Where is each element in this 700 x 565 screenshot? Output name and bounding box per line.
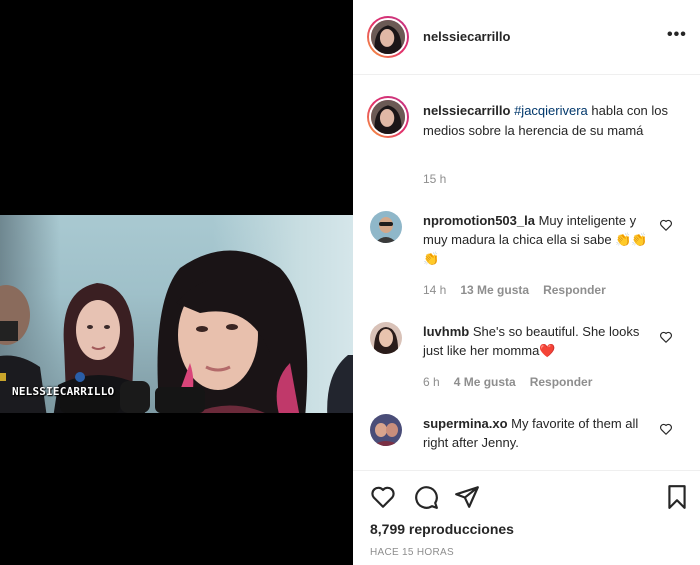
comment-time[interactable]: 14 h — [423, 283, 446, 297]
post-caption: nelssiecarrillo #jacqierivera habla con … — [423, 101, 683, 141]
avatar-image — [371, 100, 405, 134]
comment-like-heart-icon[interactable] — [659, 330, 673, 344]
comment-username[interactable]: npromotion503_la — [423, 213, 535, 228]
video-watermark: NELSSIECARRILLO — [12, 385, 115, 398]
commenter-avatar[interactable] — [370, 211, 402, 243]
comment-meta: 6 h 4 Me gusta Responder — [423, 375, 592, 389]
caption-username[interactable]: nelssiecarrillo — [423, 103, 510, 118]
comment-icon[interactable] — [413, 484, 439, 510]
author-avatar[interactable] — [367, 16, 409, 58]
comment-item: supermina.xo My favorite of them all rig… — [423, 414, 663, 452]
caption-time[interactable]: 15 h — [423, 172, 446, 186]
avatar-image — [370, 414, 402, 446]
post-sidebar: nelssiecarrillo ••• nelssiecarrillo #jac… — [353, 0, 700, 565]
caption-avatar[interactable] — [367, 96, 409, 138]
comment-reply-button[interactable]: Responder — [543, 283, 606, 297]
avatar-image — [370, 211, 402, 243]
more-horizontal-icon[interactable]: ••• — [667, 27, 689, 46]
commenter-avatar[interactable] — [370, 414, 402, 446]
comment-reply-button[interactable]: Responder — [530, 375, 593, 389]
post-header: nelssiecarrillo ••• — [353, 0, 700, 75]
comment-like-heart-icon[interactable] — [659, 218, 673, 232]
bookmark-icon[interactable] — [664, 484, 690, 510]
comment-username[interactable]: luvhmb — [423, 324, 469, 339]
comment-time[interactable]: 6 h — [423, 375, 440, 389]
post-timestamp[interactable]: HACE 15 HORAS — [370, 547, 454, 558]
avatar-image — [371, 20, 405, 54]
share-icon[interactable] — [454, 484, 480, 510]
comment-likes[interactable]: 4 Me gusta — [454, 375, 516, 389]
post-media: NELSSIECARRILLO — [0, 0, 353, 565]
comment-username[interactable]: supermina.xo — [423, 416, 508, 431]
view-count[interactable]: 8,799 reproducciones — [370, 521, 514, 537]
comment-item: luvhmb She's so beautiful. She looks jus… — [423, 322, 663, 360]
comment-meta: 14 h 13 Me gusta Responder — [423, 283, 606, 297]
author-username[interactable]: nelssiecarrillo — [423, 29, 510, 44]
heart-icon[interactable] — [370, 484, 396, 510]
comment-likes[interactable]: 13 Me gusta — [460, 283, 529, 297]
comment-item: npromotion503_la Muy inteligente y muy m… — [423, 211, 663, 268]
post-actions: 8,799 reproducciones HACE 15 HORAS — [353, 470, 700, 565]
commenter-avatar[interactable] — [370, 322, 402, 354]
comment-like-heart-icon[interactable] — [659, 422, 673, 436]
avatar-image — [370, 322, 402, 354]
person-right — [327, 355, 353, 413]
video-player[interactable]: NELSSIECARRILLO — [0, 215, 353, 413]
caption-hashtag[interactable]: #jacqierivera — [514, 103, 588, 118]
